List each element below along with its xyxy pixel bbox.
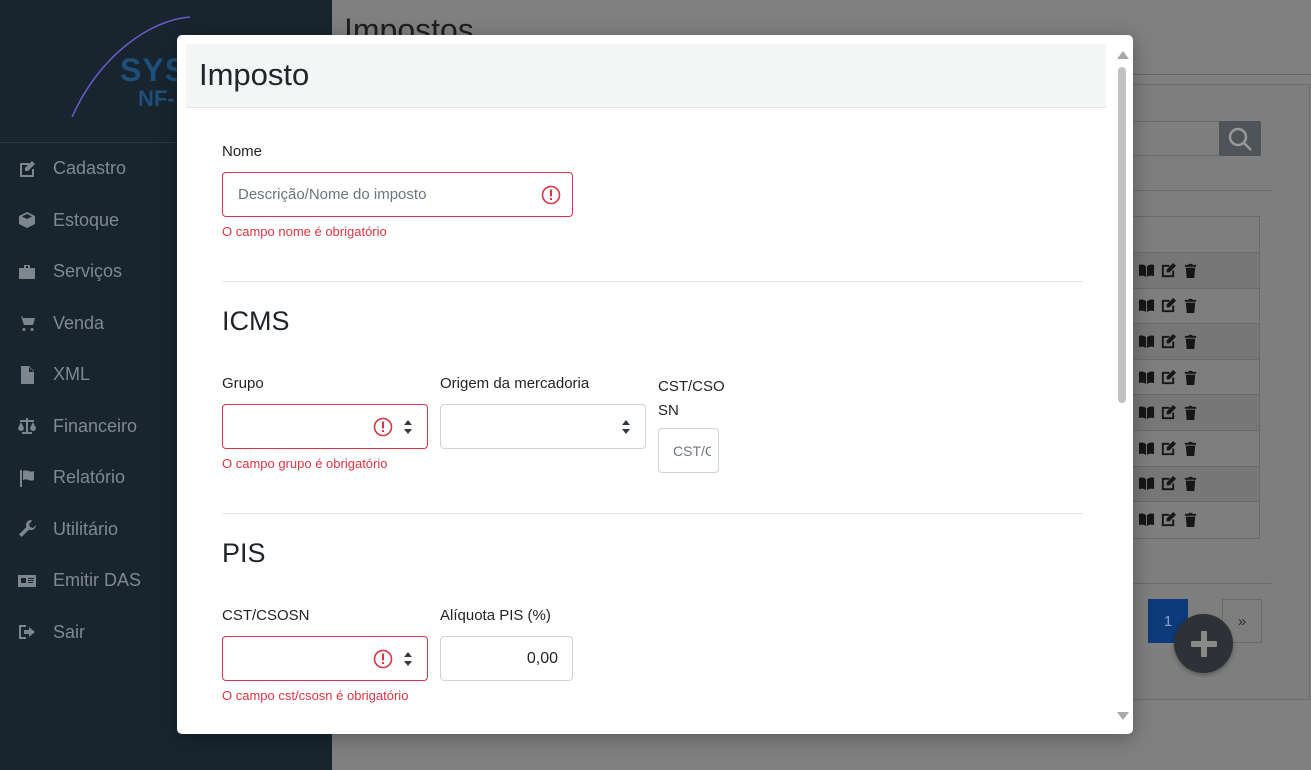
trash-icon[interactable] (1181, 511, 1199, 529)
pis-cst-label: CST/CSOSN (222, 607, 310, 624)
id-card-icon (17, 571, 53, 591)
book-icon[interactable] (1137, 475, 1155, 493)
table-row (1133, 431, 1259, 467)
origem-label: Origem da mercadoria (440, 375, 590, 392)
trash-icon[interactable] (1181, 261, 1199, 279)
book-icon[interactable] (1137, 261, 1155, 279)
sidebar-item-label: Sair (53, 621, 86, 642)
table-row (1133, 360, 1259, 396)
modal-scrollbar[interactable] (1109, 35, 1133, 734)
book-icon[interactable] (1137, 439, 1155, 457)
file-icon (17, 365, 53, 385)
edit-icon[interactable] (1159, 511, 1177, 529)
sidebar-item-label: Utilitário (53, 518, 119, 539)
search-icon (1228, 127, 1252, 151)
book-icon[interactable] (1137, 297, 1155, 315)
sidebar-item-label: Cadastro (53, 158, 127, 179)
sign-out-icon (17, 622, 53, 642)
edit-icon[interactable] (1159, 439, 1177, 457)
search-button[interactable] (1219, 121, 1261, 156)
aliquota-pis-value: 0,00 (526, 649, 558, 667)
sidebar-item-label: Venda (53, 312, 105, 333)
modal-header: Imposto (186, 44, 1106, 108)
table-row (1133, 395, 1259, 431)
grupo-error: O campo grupo é obrigatório (222, 456, 388, 471)
icms-cst-input[interactable]: CST/CSOSN (658, 428, 719, 473)
flag-icon (17, 468, 53, 488)
logo-subtext: NF- (138, 86, 175, 111)
nome-placeholder: Descrição/Nome do imposto (238, 186, 427, 203)
edit-icon[interactable] (1159, 368, 1177, 386)
sidebar-item-label: Emitir DAS (53, 570, 142, 591)
plus-icon (1190, 630, 1217, 657)
book-icon[interactable] (1137, 511, 1155, 529)
table-row (1133, 466, 1259, 503)
warning-icon (541, 185, 561, 205)
nome-input[interactable]: Descrição/Nome do imposto (222, 172, 573, 217)
briefcase-icon (17, 262, 53, 282)
sidebar-item-label: Relatório (53, 467, 126, 488)
book-icon[interactable] (1137, 368, 1155, 386)
book-icon[interactable] (1137, 332, 1155, 350)
trash-icon[interactable] (1181, 332, 1199, 350)
select-arrows-icon (404, 652, 412, 666)
aliquota-pis-input[interactable]: 0,00 (440, 636, 573, 681)
grupo-select[interactable] (222, 404, 428, 449)
icms-cst-label: CST/CSO SN (658, 375, 725, 423)
scroll-down-arrow-icon[interactable] (1117, 712, 1129, 720)
trash-icon[interactable] (1181, 404, 1199, 422)
table-header (1133, 217, 1259, 253)
select-arrows-icon (622, 420, 630, 434)
nome-label: Nome (222, 143, 263, 160)
select-arrows-icon (404, 420, 412, 434)
scroll-up-arrow-icon[interactable] (1117, 51, 1129, 59)
edit-icon[interactable] (1159, 332, 1177, 350)
divider (1132, 190, 1271, 191)
wrench-icon (17, 519, 53, 539)
trash-icon[interactable] (1181, 368, 1199, 386)
pis-cst-error: O campo cst/csosn é obrigatório (222, 688, 409, 703)
nome-error: O campo nome é obrigatório (222, 224, 387, 239)
sidebar-item-label: XML (53, 364, 91, 385)
table-row (1133, 289, 1259, 325)
icms-cst-label-line2: SN (658, 402, 679, 419)
scrollbar-thumb[interactable] (1118, 67, 1126, 403)
table-row (1133, 253, 1259, 289)
pis-cst-select[interactable] (222, 636, 428, 681)
cart-icon (17, 313, 53, 333)
warning-icon (373, 649, 393, 669)
sidebar-item-label: Serviços (53, 261, 123, 282)
origem-select[interactable] (440, 404, 646, 449)
edit-icon[interactable] (1159, 404, 1177, 422)
tax-modal: Imposto Nome Descrição/Nome do imposto O… (177, 35, 1133, 734)
add-button[interactable] (1174, 614, 1233, 673)
sidebar-item-label: Estoque (53, 209, 120, 230)
taxes-table (1132, 216, 1260, 539)
edit-icon[interactable] (1159, 475, 1177, 493)
table-row (1133, 502, 1259, 538)
edit-icon[interactable] (1159, 261, 1177, 279)
icms-cst-label-line1: CST/CSO (658, 378, 725, 395)
aliquota-pis-label: Alíquota PIS (%) (440, 607, 551, 624)
trash-icon[interactable] (1181, 475, 1199, 493)
trash-icon[interactable] (1181, 297, 1199, 315)
icms-heading: ICMS (222, 306, 290, 336)
divider (222, 513, 1083, 514)
table-row (1133, 324, 1259, 360)
divider (1132, 583, 1271, 584)
grupo-label: Grupo (222, 375, 264, 392)
modal-title: Imposto (199, 57, 310, 92)
edit-icon (17, 159, 53, 179)
box-icon (17, 210, 53, 230)
warning-icon (373, 417, 393, 437)
book-icon[interactable] (1137, 404, 1155, 422)
edit-icon[interactable] (1159, 297, 1177, 315)
trash-icon[interactable] (1181, 439, 1199, 457)
divider (222, 281, 1083, 282)
sidebar-item-label: Financeiro (53, 415, 138, 436)
pis-heading: PIS (222, 538, 266, 568)
balance-scale-icon (17, 416, 53, 436)
icms-cst-placeholder: CST/CSOSN (673, 442, 711, 459)
